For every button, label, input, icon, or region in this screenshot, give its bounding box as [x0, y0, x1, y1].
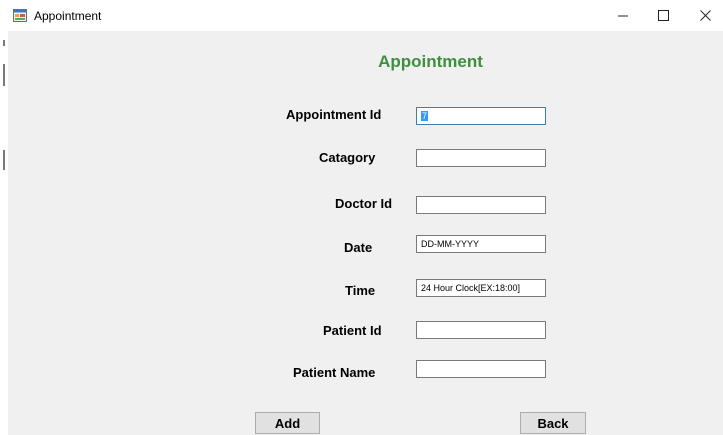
time-input[interactable]: 24 Hour Clock[EX:18:00]	[416, 279, 546, 297]
patient-id-label: Patient Id	[323, 323, 382, 338]
appointment-id-label: Appointment Id	[286, 107, 382, 122]
minimize-button[interactable]	[606, 0, 640, 31]
close-button[interactable]	[688, 0, 722, 31]
title-bar[interactable]: Appointment	[8, 0, 723, 31]
edge-mark	[3, 40, 5, 46]
maximize-button[interactable]	[646, 0, 680, 31]
minimize-icon	[617, 10, 629, 21]
doctor-id-label: Doctor Id	[335, 196, 393, 211]
patient-name-input[interactable]	[416, 360, 546, 378]
appointment-id-value: 7	[421, 111, 429, 121]
appointment-id-input[interactable]: 7	[416, 107, 546, 125]
edge-mark	[3, 150, 5, 170]
form-heading: Appointment	[378, 52, 483, 71]
date-label: Date	[344, 240, 373, 255]
time-label: Time	[345, 283, 376, 298]
window-title: Appointment	[34, 9, 102, 23]
maximize-icon	[657, 10, 669, 21]
back-button[interactable]: Back	[520, 412, 586, 434]
form-app-icon	[13, 9, 27, 22]
edge-mark	[3, 64, 5, 86]
patient-name-label: Patient Name	[293, 365, 376, 380]
category-label: Catagory	[319, 150, 376, 165]
add-button[interactable]: Add	[255, 412, 320, 434]
date-input[interactable]: DD-MM-YYYY	[416, 235, 546, 253]
appointment-window: Appointment Appointment Appointment Id 7…	[8, 0, 723, 435]
category-input[interactable]	[416, 149, 546, 167]
close-icon	[699, 10, 711, 21]
doctor-id-input[interactable]	[416, 196, 546, 214]
patient-id-input[interactable]	[416, 321, 546, 339]
